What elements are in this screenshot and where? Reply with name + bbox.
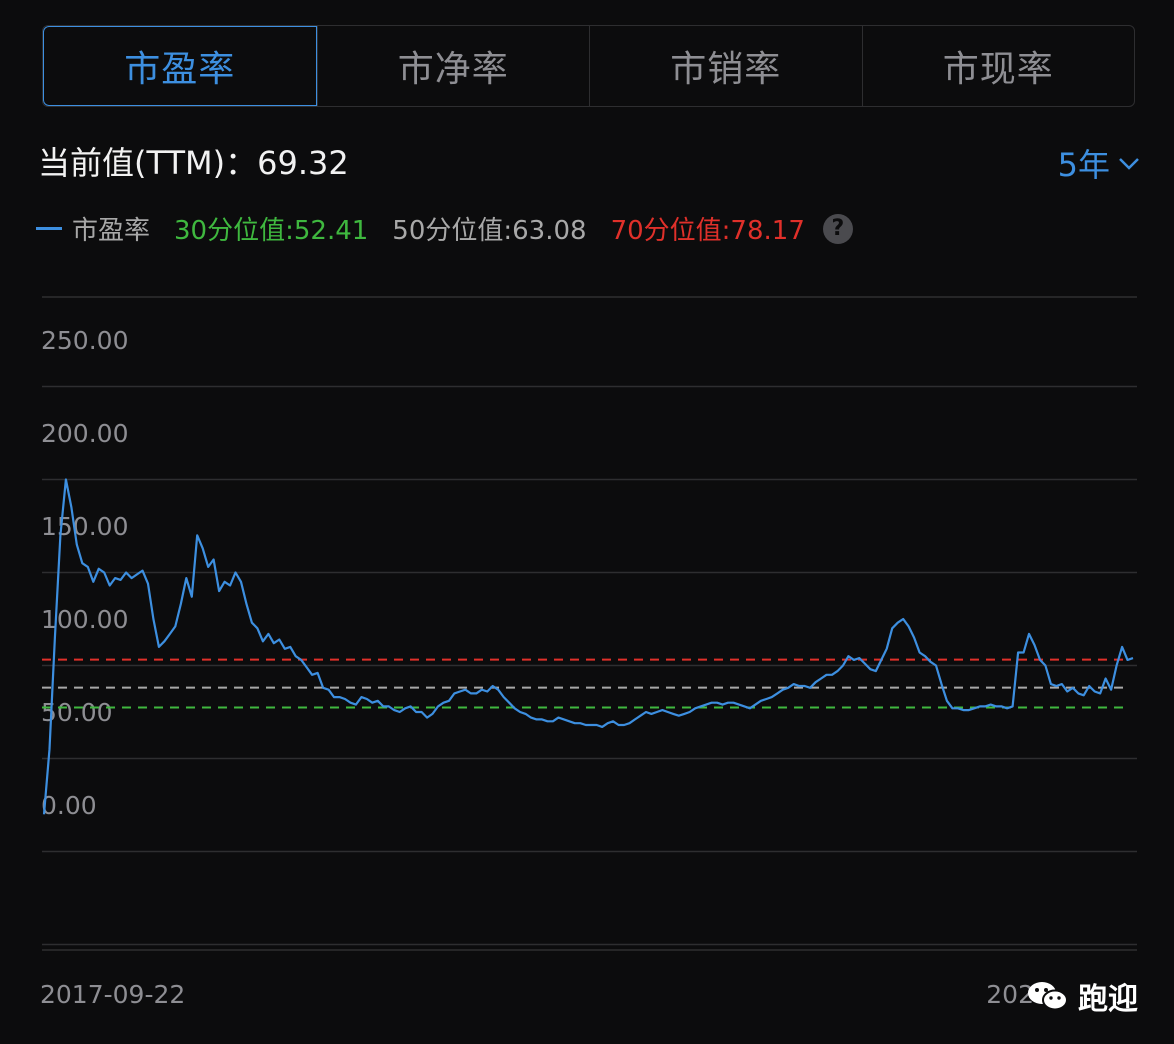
pe-chart: 0.0050.00100.00150.00200.00250.00 (41, 296, 1137, 951)
y-tick-label: 250.00 (41, 326, 128, 355)
y-tick-label: 150.00 (41, 512, 128, 541)
x-start-date: 2017-09-22 (40, 980, 186, 1009)
watermark-text: 跑迎 (1078, 982, 1138, 1017)
watermark: 跑迎 (1026, 974, 1138, 1018)
series-line (42, 478, 1134, 815)
y-tick-label: 0.00 (41, 791, 97, 820)
y-tick-label: 100.00 (41, 605, 128, 634)
y-tick-label: 200.00 (41, 419, 128, 448)
wechat-icon (1028, 982, 1068, 1011)
